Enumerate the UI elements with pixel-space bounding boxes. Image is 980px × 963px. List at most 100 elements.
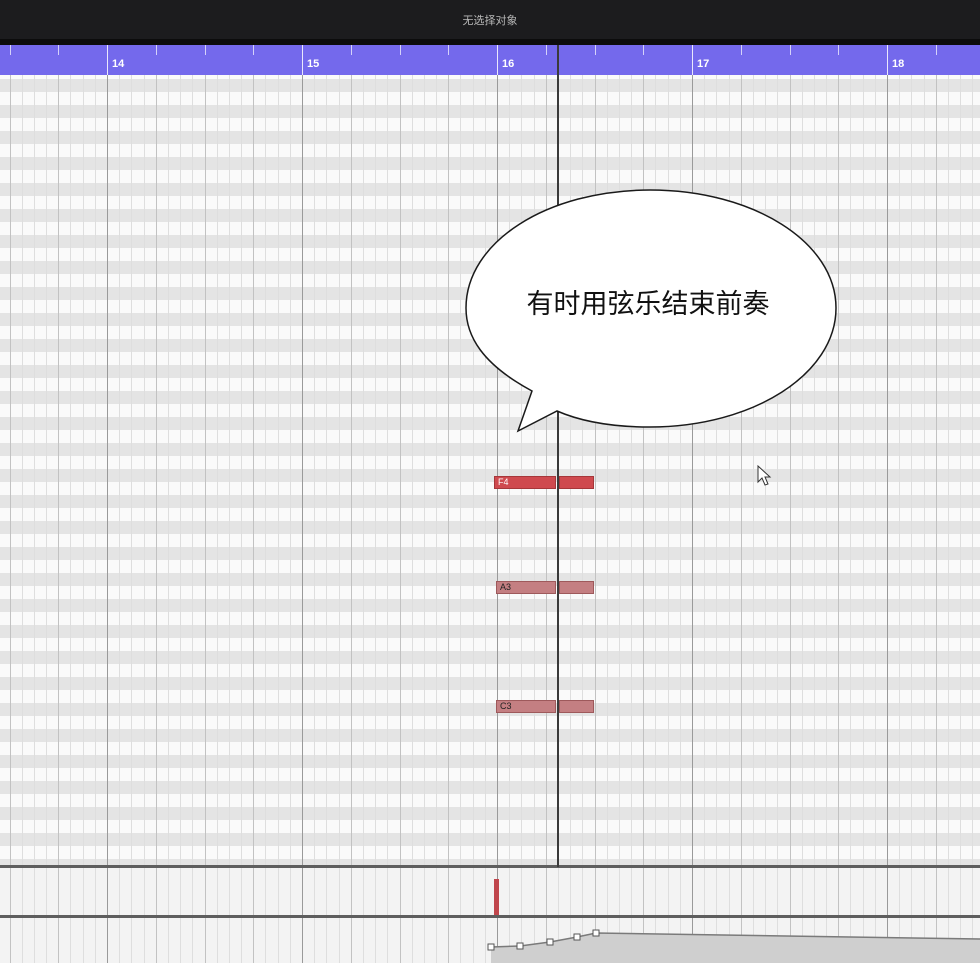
grid-line <box>375 868 376 916</box>
velocity-bar-f4[interactable] <box>494 879 499 916</box>
grid-line <box>83 868 84 916</box>
automation-point-2[interactable] <box>516 942 524 950</box>
grid-line <box>168 868 169 916</box>
grid-line <box>339 75 340 865</box>
midi-note-a3-tail[interactable] <box>559 581 594 594</box>
grid-line <box>875 868 876 916</box>
mouse-pointer-icon <box>757 465 772 486</box>
grid-line <box>595 868 596 916</box>
grid-line <box>509 868 510 916</box>
grid-line <box>156 868 157 916</box>
beat-tick <box>790 45 791 55</box>
grid-line <box>887 868 888 916</box>
grid-line <box>924 75 925 865</box>
pitch-row-dark <box>0 131 980 144</box>
pitch-row-dark <box>0 105 980 118</box>
bar-label-14[interactable]: 14 <box>112 58 124 70</box>
midi-note-c3[interactable]: C3 <box>496 700 556 713</box>
midi-note-f4-tail[interactable] <box>559 476 594 489</box>
grid-line <box>570 868 571 916</box>
grid-line <box>119 75 120 865</box>
grid-line <box>777 868 778 916</box>
grid-line <box>46 868 47 916</box>
midi-note-a3[interactable]: A3 <box>496 581 556 594</box>
grid-line <box>716 868 717 916</box>
grid-line <box>217 75 218 865</box>
grid-line <box>95 75 96 865</box>
midi-note-f4[interactable]: F4 <box>494 476 556 489</box>
grid-line <box>972 75 973 865</box>
pitch-row-dark <box>0 521 980 534</box>
grid-line <box>253 868 254 916</box>
bar-label-17[interactable]: 17 <box>697 58 709 70</box>
grid-line <box>229 75 230 865</box>
automation-point-3[interactable] <box>546 938 554 946</box>
beat-tick <box>546 45 547 55</box>
grid-line <box>107 75 108 865</box>
automation-point-4[interactable] <box>573 933 581 941</box>
pitch-row-dark <box>0 443 980 456</box>
grid-line <box>680 868 681 916</box>
timeline-ruler[interactable]: 14 15 16 17 18 <box>0 45 980 75</box>
grid-line <box>217 868 218 916</box>
bar-label-18[interactable]: 18 <box>892 58 904 70</box>
grid-line <box>58 75 59 865</box>
grid-line <box>838 868 839 916</box>
grid-line <box>850 868 851 916</box>
bar-label-16[interactable]: 16 <box>502 58 514 70</box>
automation-point-5[interactable] <box>592 929 600 937</box>
grid-line <box>436 75 437 865</box>
pitch-row-dark <box>0 599 980 612</box>
grid-line <box>400 868 401 916</box>
grid-line <box>436 868 437 916</box>
grid-line <box>558 868 559 916</box>
grid-line <box>790 868 791 916</box>
automation-point-1[interactable] <box>487 943 495 951</box>
grid-line <box>363 75 364 865</box>
grid-line <box>156 75 157 865</box>
grid-line <box>351 868 352 916</box>
grid-line <box>924 868 925 916</box>
grid-line <box>412 868 413 916</box>
grid-line <box>180 868 181 916</box>
grid-line <box>424 868 425 916</box>
grid-line <box>863 75 864 865</box>
grid-line <box>326 868 327 916</box>
midi-note-c3-tail[interactable] <box>559 700 594 713</box>
playhead-cursor[interactable] <box>557 45 559 867</box>
grid-line <box>241 868 242 916</box>
grid-line <box>948 75 949 865</box>
grid-line <box>119 868 120 916</box>
grid-line <box>22 75 23 865</box>
bar-label-15[interactable]: 15 <box>307 58 319 70</box>
beat-tick <box>643 45 644 55</box>
grid-line <box>582 868 583 916</box>
grid-line <box>265 75 266 865</box>
pitch-row-dark <box>0 781 980 794</box>
grid-line <box>753 868 754 916</box>
grid-line <box>936 868 937 916</box>
grid-line <box>241 75 242 865</box>
velocity-lane[interactable] <box>0 868 980 916</box>
note-label-c3: C3 <box>500 701 512 711</box>
grid-line <box>95 868 96 916</box>
grid-line <box>546 868 547 916</box>
grid-line <box>34 868 35 916</box>
beat-tick <box>58 45 59 55</box>
grid-line <box>278 75 279 865</box>
pitch-row-dark <box>0 495 980 508</box>
grid-line <box>668 868 669 916</box>
pitch-row-dark <box>0 651 980 664</box>
beat-tick <box>400 45 401 55</box>
pitch-row-dark <box>0 625 980 638</box>
grid-line <box>607 868 608 916</box>
automation-lane[interactable] <box>0 918 980 963</box>
grid-line <box>131 75 132 865</box>
grid-line <box>278 868 279 916</box>
grid-line <box>10 75 11 865</box>
automation-curve[interactable] <box>0 918 980 963</box>
bar-tick-16 <box>497 45 498 75</box>
beat-tick <box>10 45 11 55</box>
grid-line <box>46 75 47 865</box>
grid-line <box>375 75 376 865</box>
